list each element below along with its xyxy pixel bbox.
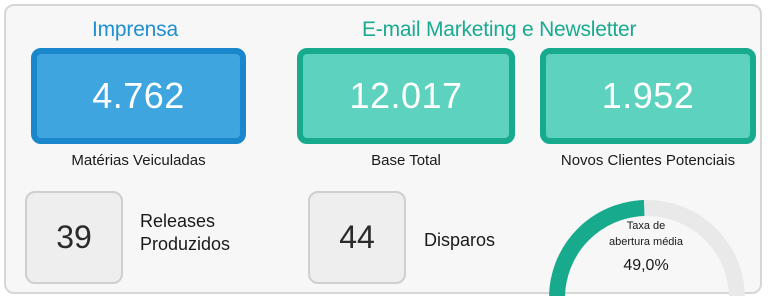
base-total-label: Base Total: [371, 152, 441, 169]
materias-veiculadas-label: Matérias Veiculadas: [71, 152, 206, 169]
taxa-abertura-label-line2: abertura média: [609, 236, 683, 248]
novos-clientes-card: 1.952: [540, 48, 756, 144]
disparos-value: 44: [339, 219, 375, 255]
taxa-abertura-label-line1: Taxa de: [626, 220, 666, 232]
disparos-card: 44: [308, 191, 406, 284]
releases-label-line1: Releases: [140, 211, 216, 231]
releases-label-line2: Produzidos: [140, 234, 231, 254]
disparos-label: Disparos: [424, 230, 496, 250]
materias-veiculadas-value: 4.762: [92, 75, 185, 116]
section-title-imprensa: Imprensa: [92, 18, 178, 41]
releases-label: Releases Produzidos: [140, 210, 270, 256]
taxa-abertura-label: Taxa de abertura média: [590, 218, 702, 250]
section-title-email-marketing: E-mail Marketing e Newsletter: [362, 18, 637, 41]
base-total-value: 12.017: [349, 75, 463, 116]
releases-card: 39: [25, 191, 123, 284]
base-total-card: 12.017: [297, 48, 515, 144]
novos-clientes-label: Novos Clientes Potenciais: [560, 152, 736, 169]
releases-value: 39: [56, 219, 92, 255]
materias-veiculadas-card: 4.762: [31, 48, 246, 144]
novos-clientes-value: 1.952: [601, 75, 695, 116]
taxa-abertura-value: 49,0%: [623, 257, 669, 274]
